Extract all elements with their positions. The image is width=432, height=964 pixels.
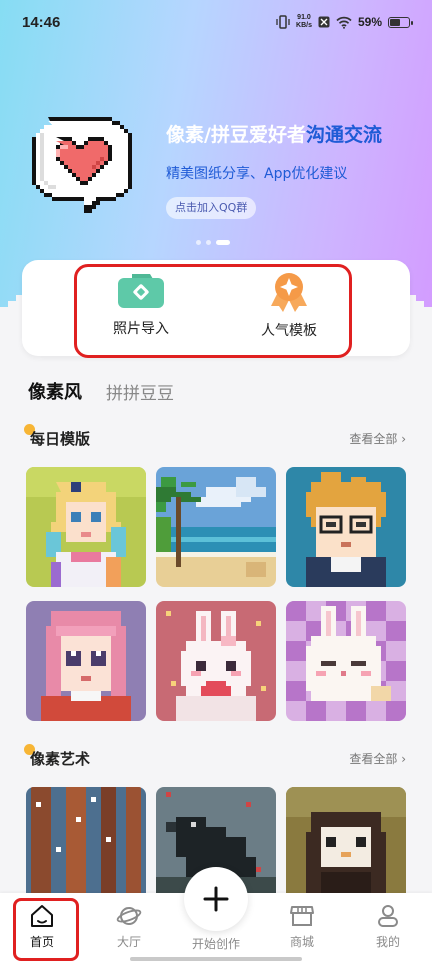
photo-import-label: 照片导入 xyxy=(113,321,169,337)
style-tabs: 像素风 拼拼豆豆 xyxy=(28,378,174,408)
owl-portrait-artwork xyxy=(286,787,406,907)
plus-icon xyxy=(203,886,229,912)
nav-shop[interactable]: 商城 xyxy=(272,903,332,950)
nav-profile-label: 我的 xyxy=(375,935,400,949)
forest-trees-artwork xyxy=(26,787,146,907)
chevron-right-icon: › xyxy=(401,751,406,766)
profile-icon xyxy=(378,905,398,927)
banner-title-main: 像素/拼豆爱好者 xyxy=(166,124,306,146)
shop-icon xyxy=(290,906,314,926)
data-saver-icon xyxy=(318,16,330,28)
chevron-right-icon: › xyxy=(401,431,406,446)
boy-glasses-artwork xyxy=(286,467,406,587)
daily-templates-grid xyxy=(26,467,406,721)
badge-star-icon xyxy=(271,273,307,312)
see-all-link[interactable]: 查看全部 › xyxy=(349,430,406,447)
battery-icon xyxy=(388,16,413,28)
template-tile-white-bunny[interactable] xyxy=(156,601,276,721)
carousel-dot-active[interactable] xyxy=(216,240,230,245)
banner-title: 像素/拼豆爱好者沟通交流 xyxy=(166,120,382,147)
nav-home[interactable]: 首页 xyxy=(12,903,72,950)
template-tile-anime-girl[interactable] xyxy=(26,467,146,587)
start-create-label: 开始创作 xyxy=(191,937,240,951)
tab-pixel-style[interactable]: 像素风 xyxy=(28,378,84,408)
pink-hair-girl-artwork xyxy=(26,601,146,721)
section-title: 像素艺术 xyxy=(24,743,91,769)
pixel-art-header: 像素艺术 查看全部 › xyxy=(24,743,406,769)
status-icons: 91.0 KB/s 59% xyxy=(276,14,413,30)
section-title: 每日模版 xyxy=(24,423,91,449)
status-time: 14:46 xyxy=(22,13,61,31)
vibrate-icon xyxy=(276,15,290,29)
carousel-dot[interactable] xyxy=(196,240,201,245)
quick-actions-card xyxy=(22,260,410,356)
wifi-icon xyxy=(336,16,352,29)
net-speed-unit: KB/s xyxy=(296,22,312,29)
template-tile-beach[interactable] xyxy=(156,467,276,587)
template-tile-bunny-checker[interactable] xyxy=(286,601,406,721)
net-speed-value: 91.0 xyxy=(297,14,311,21)
template-tile-pink-hair-girl[interactable] xyxy=(26,601,146,721)
anime-girl-artwork xyxy=(26,467,146,587)
camera-icon xyxy=(118,274,164,308)
gesture-bar[interactable] xyxy=(130,957,302,961)
nav-lobby[interactable]: 大厅 xyxy=(99,903,159,950)
pixel-art-title: 像素艺术 xyxy=(30,749,91,768)
banner-title-highlight: 沟通交流 xyxy=(305,124,382,146)
net-speed: 91.0 KB/s xyxy=(296,14,312,30)
popular-templates-button[interactable]: 人气模板 xyxy=(249,272,329,340)
daily-templates-title: 每日模版 xyxy=(30,429,91,448)
banner-subtitle: 精美图纸分享、App优化建议 xyxy=(166,166,348,182)
carousel-dot[interactable] xyxy=(206,240,211,245)
see-all-link[interactable]: 查看全部 › xyxy=(349,750,406,767)
see-all-label: 查看全部 xyxy=(349,431,398,446)
home-icon xyxy=(31,905,53,927)
tab-bead-art[interactable]: 拼拼豆豆 xyxy=(106,379,174,404)
template-tile-boy-glasses[interactable] xyxy=(286,467,406,587)
battery-percent: 59% xyxy=(357,15,382,29)
join-qq-group-button[interactable]: 点击加入QQ群 xyxy=(166,197,257,219)
art-tile-forest[interactable] xyxy=(26,787,146,907)
nav-profile[interactable]: 我的 xyxy=(358,903,418,950)
pixel-heart-speech-bubble xyxy=(32,117,132,213)
carousel-indicator xyxy=(196,240,230,245)
start-create-button[interactable] xyxy=(184,867,248,931)
nav-lobby-label: 大厅 xyxy=(116,935,141,949)
art-tile-owl[interactable] xyxy=(286,787,406,907)
planet-icon xyxy=(116,907,142,925)
nav-home-label: 首页 xyxy=(29,935,54,949)
see-all-label: 查看全部 xyxy=(349,751,398,766)
nav-shop-label: 商城 xyxy=(289,935,314,949)
battery-level xyxy=(390,18,400,26)
beach-palm-artwork xyxy=(156,467,276,587)
popular-templates-label: 人气模板 xyxy=(261,323,317,339)
daily-templates-header: 每日模版 查看全部 › xyxy=(24,423,406,449)
white-bunny-artwork xyxy=(156,601,276,721)
bunny-checker-artwork xyxy=(286,601,406,721)
status-bar: 14:46 91.0 KB/s 59% xyxy=(0,0,432,44)
photo-import-button[interactable]: 照片导入 xyxy=(101,272,181,338)
